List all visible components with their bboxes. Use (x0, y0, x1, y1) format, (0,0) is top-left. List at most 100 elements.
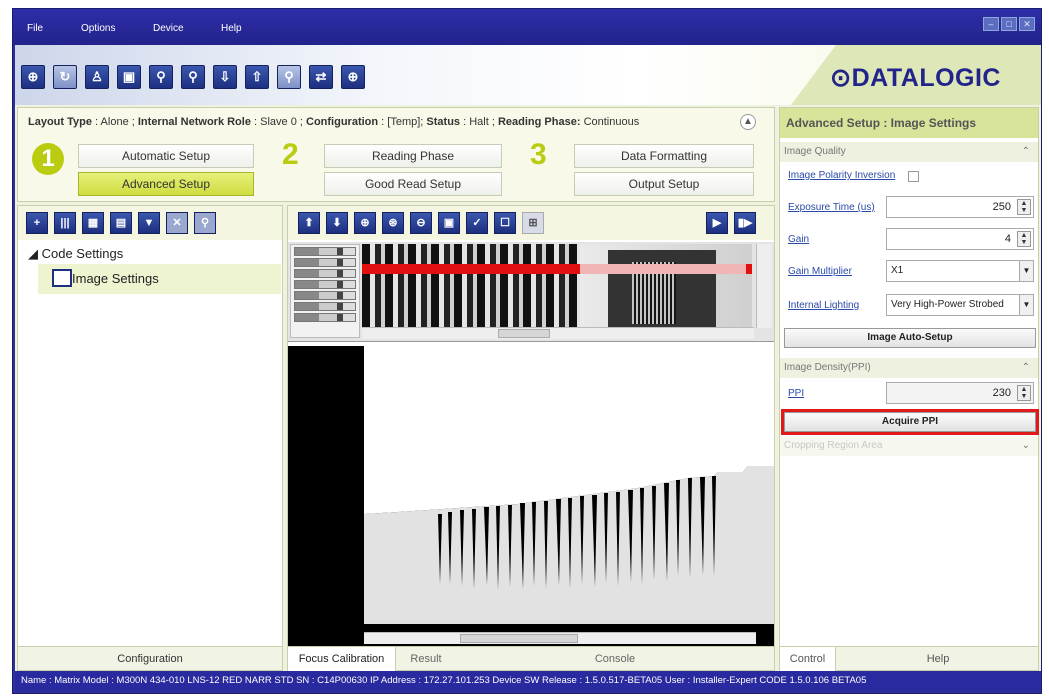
grid-icon[interactable]: ⊞ (522, 212, 544, 234)
right-panel-tabs: Control Help (780, 646, 1040, 671)
gain-label[interactable]: Gain (788, 234, 809, 245)
ppi-label[interactable]: PPI (788, 388, 804, 399)
step-1-badge: 1 (32, 143, 64, 175)
cropping-region-header[interactable]: Cropping Region Area ⌄ (780, 436, 1038, 456)
preview-vertical-scrollbar[interactable] (756, 244, 772, 328)
good-read-setup-button[interactable]: Good Read Setup (324, 172, 502, 196)
connect-icon[interactable]: ⊕ (21, 65, 45, 89)
thumbnail[interactable] (294, 302, 356, 311)
device-scan-icon[interactable]: ⚲ (181, 65, 205, 89)
center-tabs: Focus Calibration Result Console (288, 646, 774, 671)
menu-device[interactable]: Device (153, 23, 184, 34)
device-info-icon[interactable]: ⚲ (277, 65, 301, 89)
thumbnail-strip[interactable] (290, 244, 360, 338)
tree-image-settings[interactable]: Image Settings (38, 264, 281, 294)
delete-icon[interactable]: ✕ (166, 212, 188, 234)
step-play-icon[interactable]: ▮▶ (734, 212, 756, 234)
image-toolbar: ⬆ ⬇ ⊕ ⊛ ⊖ ▣ ✓ ☐ ⊞ ▶ ▮▶ (288, 206, 774, 240)
tree-toolbar: + ||| ▦ ▤ ▼ ✕ ⚲ (18, 206, 282, 240)
graph-horizontal-scrollbar[interactable] (364, 632, 756, 644)
menu-file[interactable]: File (27, 23, 43, 34)
save-image-icon[interactable]: ▣ (438, 212, 460, 234)
zoom-fit-icon[interactable]: ⊛ (382, 212, 404, 234)
spinner-icon[interactable]: ▲ ▼ (1017, 231, 1031, 247)
gain-field[interactable]: 4 ▲ ▼ (886, 228, 1034, 250)
step-3-number: 3 (530, 138, 547, 171)
tab-help[interactable]: Help (836, 647, 1040, 671)
menu-options[interactable]: Options (81, 23, 115, 34)
gain-multiplier-label[interactable]: Gain Multiplier (788, 266, 852, 277)
barcode-icon[interactable]: ||| (54, 212, 76, 234)
arrow-up-icon[interactable]: ⬆ (298, 212, 320, 234)
load-from-device-icon[interactable]: ⇧ (245, 65, 269, 89)
chevron-up-icon[interactable]: ⌃ (1022, 358, 1030, 378)
thumbnail[interactable] (294, 313, 356, 322)
focus-scan-line (362, 264, 752, 274)
image-density-header[interactable]: Image Density(PPI) ⌃ (780, 358, 1038, 378)
tree-code-settings[interactable]: ◢ Code Settings (28, 246, 123, 262)
advanced-setup-button[interactable]: Advanced Setup (78, 172, 254, 196)
panel-title: Advanced Setup : Image Settings (780, 108, 1038, 138)
image-polarity-inversion-label[interactable]: Image Polarity Inversion (788, 170, 895, 181)
thumbnail[interactable] (294, 269, 356, 278)
reading-phase-button[interactable]: Reading Phase (324, 144, 502, 168)
window-icon[interactable]: ▣ (117, 65, 141, 89)
close-icon[interactable]: ✕ (1019, 17, 1035, 31)
menu-help[interactable]: Help (221, 23, 242, 34)
image-auto-setup-button[interactable]: Image Auto-Setup (784, 328, 1036, 348)
tab-console[interactable]: Console (456, 647, 774, 671)
chevron-down-icon[interactable]: ▼ (1019, 295, 1033, 315)
user-icon[interactable]: ♙ (85, 65, 109, 89)
crosshair-icon[interactable]: ⊕ (341, 65, 365, 89)
exposure-time-field[interactable]: 250 ▲ ▼ (886, 196, 1034, 218)
thumbnail[interactable] (294, 258, 356, 267)
zoom-in-icon[interactable]: ⊕ (354, 212, 376, 234)
data-formatting-button[interactable]: Data Formatting (574, 144, 754, 168)
maximize-icon[interactable]: □ (1001, 17, 1017, 31)
device-search-icon[interactable]: ⚲ (149, 65, 173, 89)
focus-calibration-graph (288, 346, 774, 646)
output-setup-button[interactable]: Output Setup (574, 172, 754, 196)
internal-lighting-label[interactable]: Internal Lighting (788, 300, 859, 311)
network-icon[interactable]: ⇄ (309, 65, 333, 89)
collapse-up-icon[interactable]: ▲ (740, 114, 756, 130)
spinner-icon[interactable]: ▲ ▼ (1017, 199, 1031, 215)
gain-multiplier-select[interactable]: X1 ▼ (886, 260, 1034, 282)
image-quality-header[interactable]: Image Quality ⌃ (780, 142, 1038, 162)
window-region-icon[interactable]: ☐ (494, 212, 516, 234)
status-bar: Name : Matrix Model : M300N 434-010 LNS-… (15, 671, 1041, 691)
filter-icon[interactable]: ▼ (138, 212, 160, 234)
thumbnail[interactable] (294, 291, 356, 300)
thumbnail[interactable] (294, 280, 356, 289)
arrow-down-icon[interactable]: ⬇ (326, 212, 348, 234)
play-icon[interactable]: ▶ (706, 212, 728, 234)
app-window: File Options Device Help – □ ✕ ⊕ ↻ ♙ ▣ ⚲… (12, 8, 1042, 694)
highlight-box (781, 409, 1039, 435)
image-settings-panel: Advanced Setup : Image Settings Image Qu… (779, 107, 1039, 671)
zoom-out-icon[interactable]: ⊖ (410, 212, 432, 234)
tab-result[interactable]: Result (396, 647, 456, 671)
check-icon[interactable]: ✓ (466, 212, 488, 234)
chevron-up-icon[interactable]: ⌃ (1022, 142, 1030, 162)
preview-horizontal-scrollbar[interactable] (362, 327, 754, 339)
spinner-icon[interactable]: ▲ ▼ (1017, 385, 1031, 401)
refresh-icon[interactable]: ↻ (53, 65, 77, 89)
image-polarity-inversion-checkbox[interactable] (908, 171, 919, 182)
save-to-device-icon[interactable]: ⇩ (213, 65, 237, 89)
acquire-ppi-button[interactable]: Acquire PPI (781, 409, 1039, 435)
add-item-icon[interactable]: + (26, 212, 48, 234)
ppi-field[interactable]: 230 ▲ ▼ (886, 382, 1034, 404)
thumbnail[interactable] (294, 247, 356, 256)
chevron-down-icon[interactable]: ⌄ (1022, 436, 1030, 456)
qr-code-icon[interactable]: ▦ (82, 212, 104, 234)
automatic-setup-button[interactable]: Automatic Setup (78, 144, 254, 168)
barcode-settings-icon[interactable]: ▤ (110, 212, 132, 234)
internal-lighting-select[interactable]: Very High-Power Strobed ▼ (886, 294, 1034, 316)
tab-configuration[interactable]: Configuration (18, 646, 282, 670)
tab-focus-calibration[interactable]: Focus Calibration (288, 647, 396, 671)
tab-control[interactable]: Control (780, 647, 836, 671)
zoom-search-icon[interactable]: ⚲ (194, 212, 216, 234)
exposure-time-label[interactable]: Exposure Time (us) (788, 202, 875, 213)
chevron-down-icon[interactable]: ▼ (1019, 261, 1033, 281)
minimize-icon[interactable]: – (983, 17, 999, 31)
